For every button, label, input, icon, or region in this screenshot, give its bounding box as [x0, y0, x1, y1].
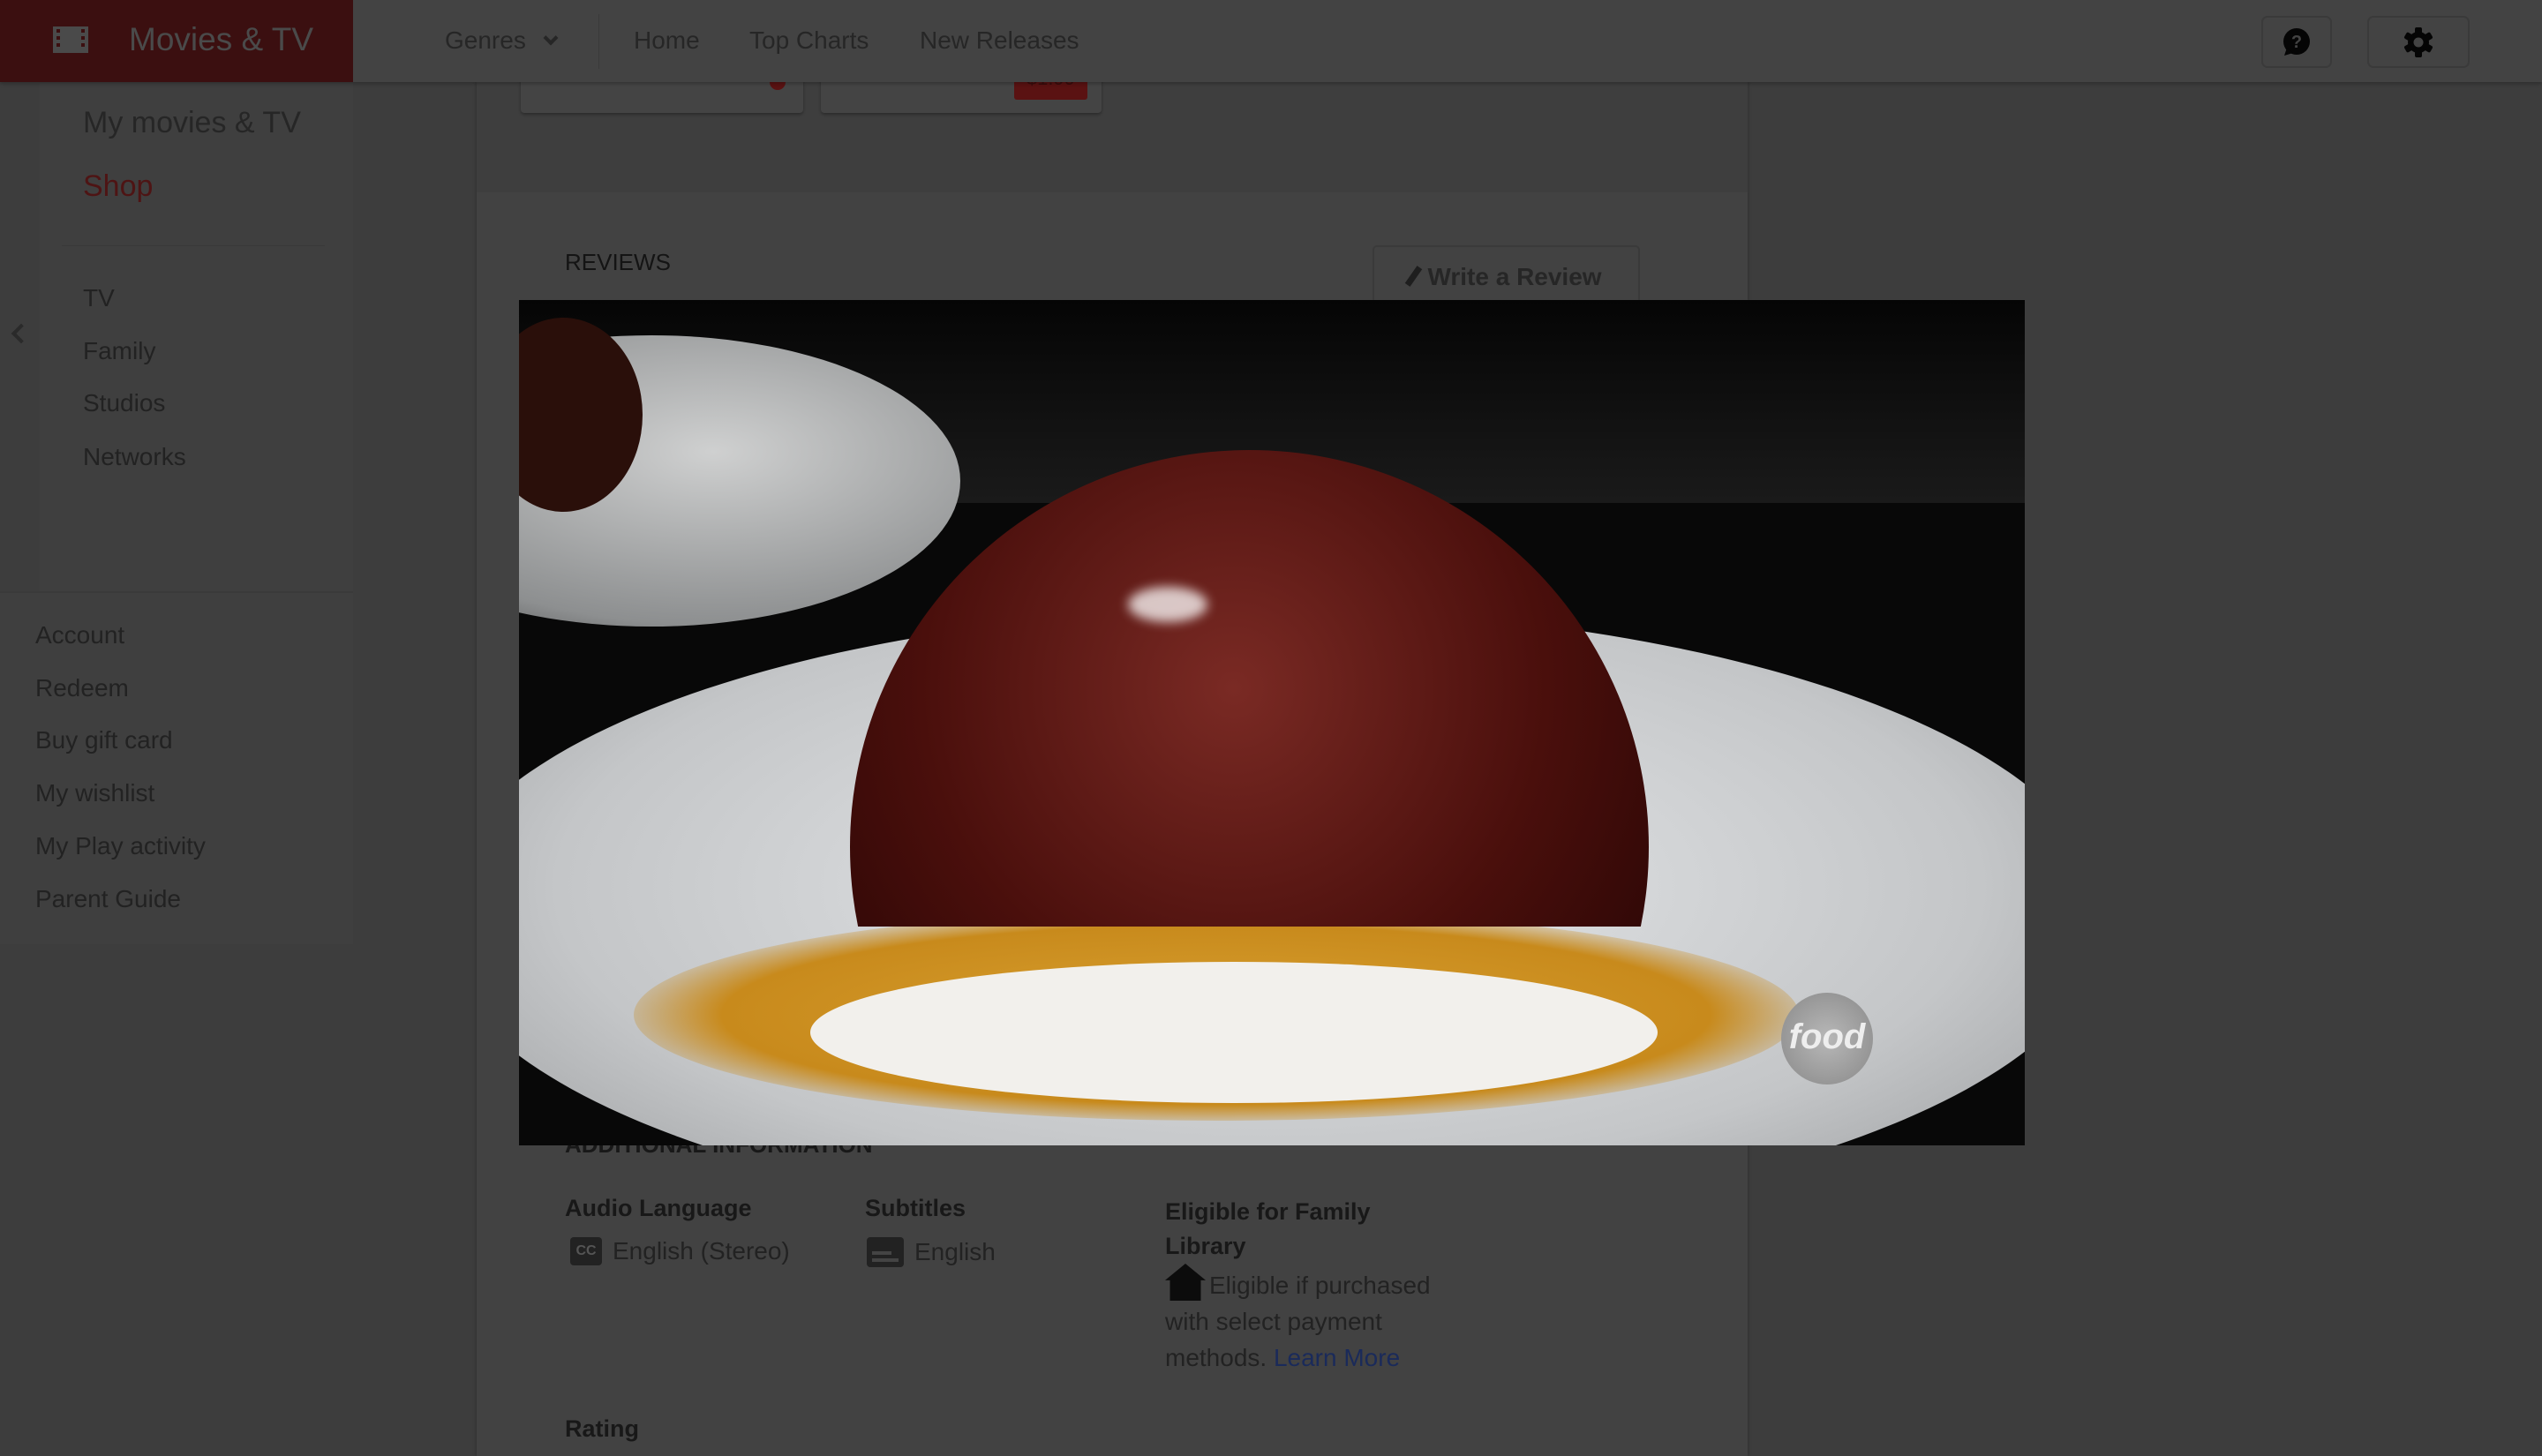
sidebar-item-redeem[interactable]: Redeem [35, 674, 129, 702]
sidebar-item-my-wishlist[interactable]: My wishlist [35, 779, 154, 807]
audio-language-text: English (Stereo) [613, 1237, 790, 1265]
sidebar-item-tv[interactable]: TV [83, 284, 115, 312]
nav-divider [598, 14, 599, 69]
nav-top-charts[interactable]: Top Charts [749, 26, 869, 55]
help-icon: ? [2283, 27, 2310, 56]
sidebar-item-parent-guide[interactable]: Parent Guide [35, 885, 181, 913]
audio-language-label: Audio Language [565, 1195, 752, 1221]
subtitles-text: English [914, 1238, 996, 1265]
chevron-down-icon [543, 30, 559, 46]
pencil-icon [1405, 266, 1423, 287]
subtitles-value: English [867, 1237, 996, 1267]
audio-language-value: CC English (Stereo) [570, 1237, 790, 1265]
reviews-heading: REVIEWS [565, 249, 671, 275]
settings-button[interactable] [2367, 16, 2470, 68]
sidebar-item-networks[interactable]: Networks [83, 443, 186, 471]
sidebar-item-studios[interactable]: Studios [83, 389, 165, 417]
subtitles-icon [867, 1237, 904, 1267]
family-home-icon [1165, 1264, 1206, 1301]
sidebar-item-family[interactable]: Family [83, 337, 155, 365]
family-library-text: Eligible if purchased with select paymen… [1165, 1264, 1448, 1376]
film-icon [53, 26, 88, 53]
svg-text:?: ? [2291, 33, 2302, 52]
learn-more-link[interactable]: Learn More [1274, 1344, 1400, 1371]
help-button[interactable]: ? [2261, 16, 2332, 68]
genres-dropdown[interactable]: Genres [445, 26, 559, 55]
subtitles-label: Subtitles [865, 1195, 966, 1221]
sidebar-item-shop[interactable]: Shop [83, 169, 153, 204]
top-bar: Movies & TV Genres Home Top Charts New R… [0, 0, 2542, 82]
nav-home[interactable]: Home [634, 26, 700, 55]
family-library-label: Eligible for Family Library [1165, 1198, 1371, 1259]
gear-icon [2404, 26, 2433, 57]
nav-new-releases[interactable]: New Releases [920, 26, 1079, 55]
video-highlight [1128, 587, 1207, 622]
app-title: Movies & TV [129, 21, 314, 57]
closed-captions-icon: CC [570, 1237, 602, 1265]
rating-label: Rating [565, 1415, 639, 1442]
sidebar-item-account[interactable]: Account [35, 621, 124, 649]
write-review-label: Write a Review [1427, 263, 1602, 290]
app-logo[interactable]: Movies & TV [0, 0, 353, 82]
sidebar-item-my-movies[interactable]: My movies & TV [83, 106, 301, 140]
collapse-sidebar-chevron-icon[interactable] [11, 323, 32, 344]
food-network-watermark: food [1781, 993, 1873, 1084]
sidebar-divider [62, 245, 325, 246]
genres-label: Genres [445, 26, 526, 54]
video-cream [810, 962, 1658, 1103]
video-player[interactable]: food [519, 300, 2025, 1145]
sidebar-item-my-play-activity[interactable]: My Play activity [35, 832, 206, 860]
sidebar-item-buy-gift-card[interactable]: Buy gift card [35, 726, 173, 754]
